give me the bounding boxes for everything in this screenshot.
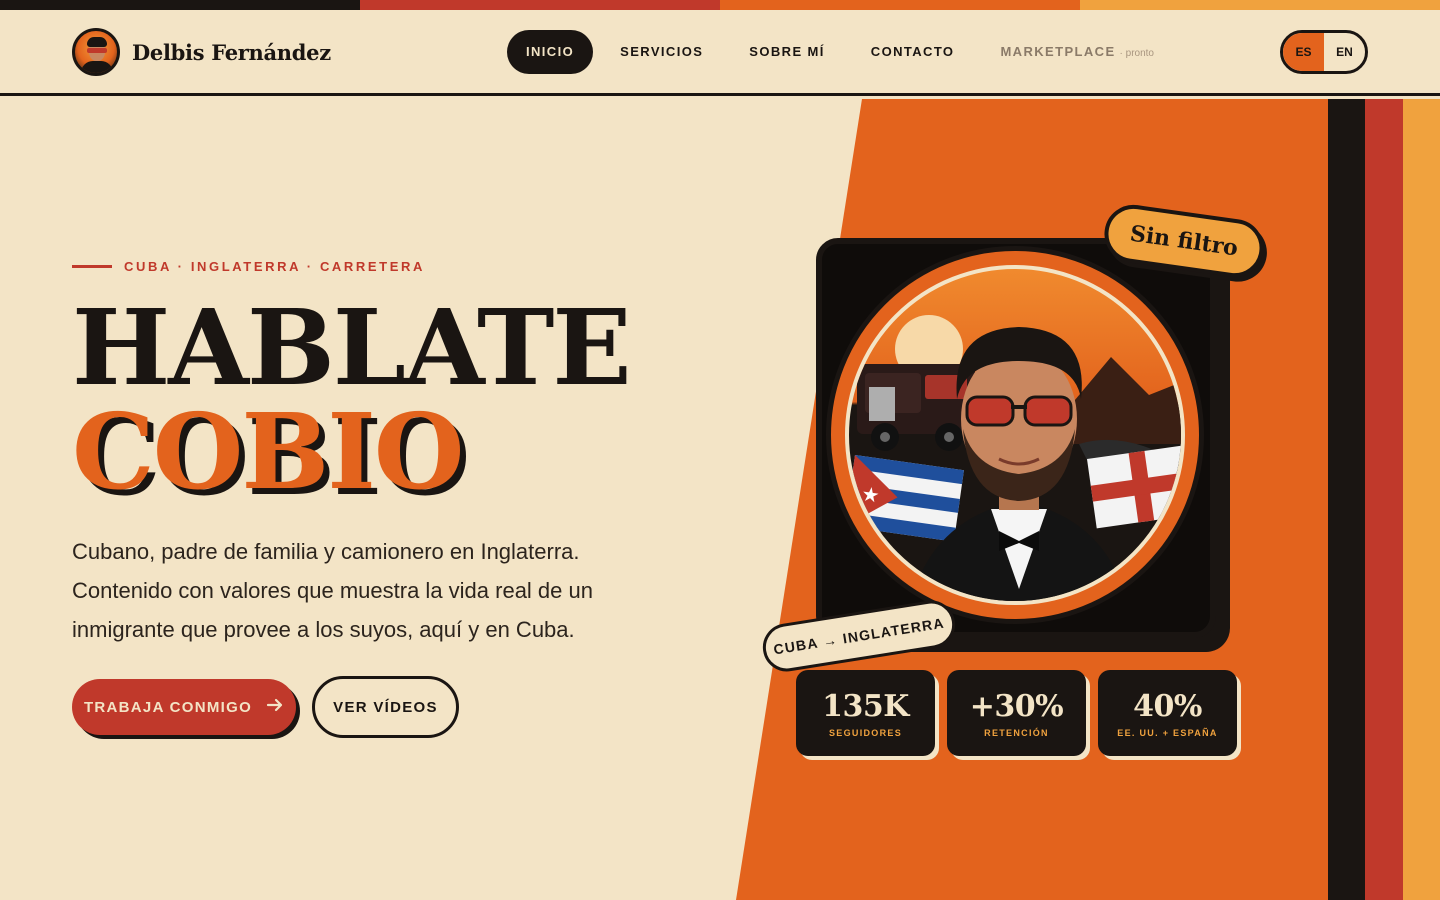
lang-en-button[interactable]: EN: [1324, 33, 1365, 71]
vertical-stripe-amber: [1403, 99, 1440, 900]
nav-item-marketplace-label: MARKETPLACE: [1000, 44, 1116, 59]
stat-followers: 135K SEGUIDORES: [796, 670, 935, 756]
stat-retention: +30% RETENCIÓN: [947, 670, 1086, 756]
stripe-dark: [0, 0, 360, 10]
nav-item-sobre-mi[interactable]: SOBRE MÍ: [730, 30, 843, 74]
work-with-me-label: TRABAJA CONMIGO: [83, 698, 253, 716]
vertical-stripe-red: [1365, 99, 1403, 900]
stats-row: 135K SEGUIDORES +30% RETENCIÓN 40% EE. U…: [796, 670, 1237, 756]
stat-label: SEGUIDORES: [828, 727, 902, 738]
stat-label: EE. UU. + ESPAÑA: [1117, 727, 1218, 738]
watch-videos-button[interactable]: VER VÍDEOS: [312, 676, 459, 738]
brand-link[interactable]: Delbis Fernández: [72, 28, 331, 76]
stat-label: RETENCIÓN: [984, 727, 1049, 738]
portrait-illustration: ★: [845, 265, 1185, 605]
stripe-red: [360, 0, 720, 10]
language-switcher: ES EN: [1280, 30, 1368, 74]
hero-title-line2: COBIO: [72, 390, 465, 513]
site-header: Delbis Fernández INICIO SERVICIOS SOBRE …: [0, 10, 1440, 96]
stat-value: 40%: [1133, 688, 1202, 724]
arrow-right-icon: [266, 696, 284, 718]
nav-item-contacto[interactable]: CONTACTO: [852, 30, 974, 74]
hero-title-line1: HABLATE: [72, 286, 632, 409]
stat-audience: 40% EE. UU. + ESPAÑA: [1098, 670, 1237, 756]
kicker-line: [72, 265, 112, 268]
brand-name: Delbis Fernández: [132, 39, 331, 65]
brand-avatar: [72, 28, 120, 76]
portrait-card: ★: [816, 238, 1216, 638]
hero-kicker: CUBA · INGLATERRA · CARRETERA: [72, 259, 425, 274]
lang-es-button[interactable]: ES: [1283, 33, 1324, 71]
nav-item-marketplace[interactable]: MARKETPLACE · pronto: [981, 30, 1173, 74]
svg-text:★: ★: [860, 481, 881, 507]
stripe-orange: [720, 0, 1080, 10]
stripe-amber: [1080, 0, 1440, 10]
stat-value: +30%: [969, 688, 1064, 724]
kicker-text: CUBA · INGLATERRA · CARRETERA: [124, 259, 425, 274]
nav-item-servicios[interactable]: SERVICIOS: [601, 30, 722, 74]
hero-lead: Cubano, padre de familia y camionero en …: [72, 539, 593, 642]
top-color-stripe: [0, 0, 1440, 10]
vertical-stripe-dark: [1328, 99, 1365, 900]
stat-value: 135K: [822, 688, 909, 724]
work-with-me-button[interactable]: TRABAJA CONMIGO: [72, 679, 296, 735]
coming-soon-badge: · pronto: [1119, 48, 1154, 59]
nav-item-inicio[interactable]: INICIO: [507, 30, 594, 74]
main-nav: INICIO SERVICIOS SOBRE MÍ CONTACTO MARKE…: [507, 30, 1181, 74]
portrait-ring: ★: [826, 246, 1204, 624]
